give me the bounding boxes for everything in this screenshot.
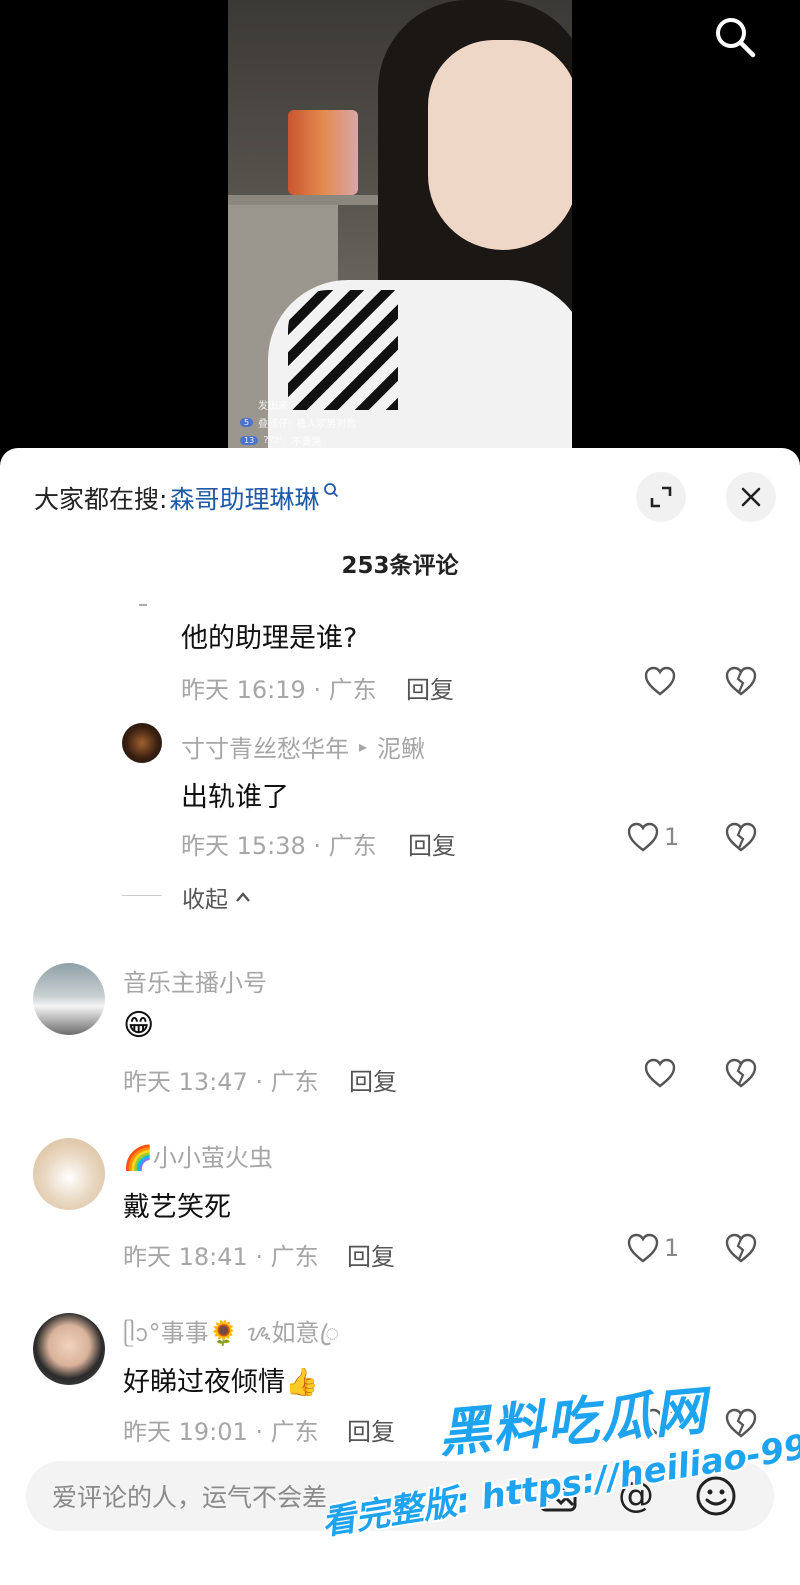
like-button[interactable]: 1	[626, 821, 679, 853]
avatar[interactable]	[33, 1313, 105, 1385]
comment-meta: 昨天 16:19 · 广东	[181, 676, 377, 704]
broken-heart-icon	[725, 822, 757, 852]
comment-meta: 昨天 18:41 · 广东	[123, 1243, 319, 1271]
like-button[interactable]	[643, 1057, 681, 1089]
dislike-button[interactable]	[724, 821, 758, 857]
video-player[interactable]: 发出来 5 叠核仔: 稳人家男对数 13 ??z²: 不要哭	[0, 0, 800, 460]
trending-search-bar[interactable]: 大家都在搜: 森哥助理琳琳	[34, 478, 339, 518]
reply-button[interactable]: 回复	[347, 1412, 395, 1447]
comment-meta: 昨天 19:01 · 广东	[123, 1418, 319, 1446]
expand-button[interactable]	[636, 472, 686, 522]
comment-text: 他的助理是谁?	[181, 623, 358, 654]
trending-search-term[interactable]: 森哥助理琳琳	[169, 480, 319, 516]
close-icon	[741, 487, 761, 507]
expand-icon	[650, 486, 672, 508]
like-button[interactable]: 1	[626, 1232, 679, 1264]
heart-icon	[627, 1233, 659, 1263]
username[interactable]: 寸寸青丝愁华年	[181, 729, 349, 764]
jacket-stripes	[288, 290, 398, 410]
broken-heart-icon	[725, 666, 757, 696]
dislike-button[interactable]	[724, 1057, 758, 1093]
username[interactable]: ᥫᩣ°事事🌻 ᝰ如意ꦿ	[123, 1313, 339, 1363]
like-button[interactable]	[643, 665, 681, 697]
comment-text: 😁	[123, 1008, 155, 1043]
reply-button[interactable]: 回复	[408, 826, 456, 861]
live-level-badge: 5	[240, 417, 254, 427]
divider	[122, 895, 162, 896]
comment-user-line: 寸寸青丝愁华年 ▸ 泥鳅	[181, 729, 425, 764]
comment-text: 好睇过夜倾情👍	[123, 1367, 319, 1398]
reply-button[interactable]: 回复	[406, 670, 454, 705]
live-comment-overlay: 发出来 5 叠核仔: 稳人家男对数 13 ??z²: 不要哭	[240, 395, 400, 449]
close-button[interactable]	[726, 472, 776, 522]
reply-arrow-icon: ▸	[359, 737, 368, 756]
collapse-label: 收起	[182, 887, 228, 913]
reply-button[interactable]: 回复	[347, 1237, 395, 1272]
divider	[139, 604, 147, 606]
person-face	[428, 40, 572, 250]
trending-search-prefix: 大家都在搜:	[34, 485, 168, 514]
live-comment-user: 叠核仔:	[258, 418, 292, 430]
live-comment-text: 发出来	[258, 400, 288, 412]
heart-icon	[644, 1058, 676, 1088]
reply-button[interactable]: 回复	[349, 1062, 397, 1097]
comment-count: 253条评论	[341, 553, 459, 579]
live-comment-row: 发出来	[240, 395, 400, 413]
broken-heart-icon	[725, 1058, 757, 1088]
broken-heart-icon	[725, 1233, 757, 1263]
live-level-badge: 13	[240, 435, 259, 445]
like-count: 1	[664, 1234, 680, 1262]
live-comment-text: 稳人家男对数	[296, 418, 357, 430]
search-icon[interactable]	[712, 14, 758, 60]
background-bottles	[288, 110, 358, 195]
heart-icon	[644, 666, 676, 696]
search-icon	[324, 483, 339, 498]
like-count: 1	[664, 823, 680, 851]
avatar[interactable]	[33, 963, 105, 1035]
comment-text: 戴艺笑死	[123, 1192, 231, 1223]
avatar[interactable]	[122, 723, 162, 763]
avatar[interactable]	[33, 1138, 105, 1210]
live-comment-text: 不要哭	[291, 436, 322, 448]
live-comment-user: ??z²:	[263, 434, 287, 446]
comment-meta: 昨天 13:47 · 广东	[123, 1068, 319, 1096]
collapse-replies-button[interactable]: 收起	[182, 880, 252, 914]
live-comment-row: 5 叠核仔: 稳人家男对数	[240, 413, 400, 431]
dislike-button[interactable]	[724, 665, 758, 701]
dislike-button[interactable]	[724, 1232, 758, 1268]
username[interactable]: 音乐主播小号	[123, 963, 267, 998]
username[interactable]: 🌈小小萤火虫	[123, 1138, 273, 1173]
comment-meta: 昨天 15:38 · 广东	[181, 832, 377, 860]
heart-icon	[627, 822, 659, 852]
comment-text: 出轨谁了	[181, 782, 289, 813]
reply-to-user[interactable]: 泥鳅	[377, 729, 425, 764]
chevron-up-icon	[236, 892, 250, 902]
video-frame	[228, 0, 572, 460]
live-comment-row: 13 ??z²: 不要哭	[240, 431, 400, 449]
